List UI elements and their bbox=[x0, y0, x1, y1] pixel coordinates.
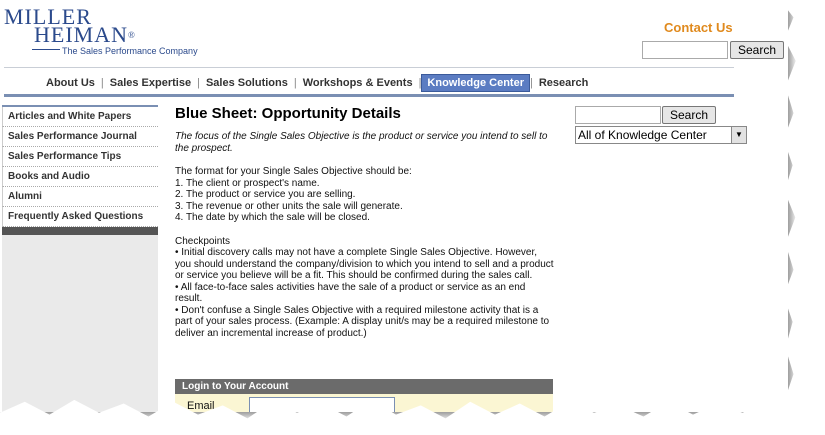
miller-heiman-logo[interactable]: MILLER HEIMAN® The Sales Performance Com… bbox=[4, 4, 204, 60]
sidebar-menu: Articles and White Papers Sales Performa… bbox=[2, 105, 158, 227]
browser-page: MILLER HEIMAN® The Sales Performance Com… bbox=[0, 0, 788, 412]
sidebar-footer-bar bbox=[2, 227, 158, 235]
sidebar: Articles and White Papers Sales Performa… bbox=[2, 105, 158, 412]
knowledge-search-button[interactable]: Search bbox=[662, 106, 716, 124]
checkpoints-section: Checkpoints • Initial discovery calls ma… bbox=[175, 236, 555, 340]
sidebar-item-articles[interactable]: Articles and White Papers bbox=[2, 107, 158, 127]
sidebar-item-journal[interactable]: Sales Performance Journal bbox=[2, 127, 158, 147]
main-nav: About Us | Sales Expertise | Sales Solutions… bbox=[40, 74, 594, 92]
search-scope-value: All of Knowledge Center bbox=[578, 128, 707, 142]
contact-us-link[interactable]: Contact Us bbox=[664, 20, 733, 35]
format-heading: The format for your Single Sales Objecti… bbox=[175, 166, 412, 177]
page-title: Blue Sheet: Opportunity Details bbox=[175, 105, 401, 122]
checkpoint-item: • All face-to-face sales activities have… bbox=[175, 281, 526, 305]
header-search-input[interactable] bbox=[642, 41, 728, 59]
search-scope-select[interactable]: All of Knowledge Center ▼ bbox=[575, 126, 747, 144]
format-item: 4. The date by which the sale will be cl… bbox=[175, 212, 370, 223]
sidebar-item-alumni[interactable]: Alumni bbox=[2, 187, 158, 207]
nav-sales-expertise[interactable]: Sales Expertise bbox=[104, 75, 197, 91]
sidebar-item-faq[interactable]: Frequently Asked Questions bbox=[2, 207, 158, 227]
sidebar-item-books[interactable]: Books and Audio bbox=[2, 167, 158, 187]
nav-knowledge-center[interactable]: Knowledge Center bbox=[421, 74, 530, 92]
intro-text: The focus of the Single Sales Objective … bbox=[175, 131, 548, 154]
knowledge-search-input[interactable] bbox=[575, 106, 661, 124]
chevron-down-icon[interactable]: ▼ bbox=[731, 127, 746, 143]
format-item: 3. The revenue or other units the sale w… bbox=[175, 200, 403, 212]
nav-workshops-events[interactable]: Workshops & Events bbox=[297, 75, 419, 91]
sidebar-item-tips[interactable]: Sales Performance Tips bbox=[2, 147, 158, 167]
format-section: The format for your Single Sales Objecti… bbox=[175, 166, 555, 224]
header-search-button[interactable]: Search bbox=[730, 41, 784, 59]
checkpoint-item: • Don't confuse a Single Sales Objective… bbox=[175, 304, 550, 339]
nav-sales-solutions[interactable]: Sales Solutions bbox=[200, 75, 294, 91]
format-item: 1. The client or prospect's name. bbox=[175, 177, 320, 189]
logo-line-2: HEIMAN® bbox=[34, 22, 136, 47]
checkpoints-heading: Checkpoints bbox=[175, 235, 231, 247]
nav-research[interactable]: Research bbox=[533, 75, 595, 91]
nav-about-us[interactable]: About Us bbox=[40, 75, 101, 91]
main-content: Blue Sheet: Opportunity Details The focu… bbox=[175, 105, 555, 339]
format-item: 2. The product or service you are sellin… bbox=[175, 189, 356, 200]
checkpoint-item: • Initial discovery calls may not have a… bbox=[175, 247, 554, 281]
logo-rule bbox=[32, 49, 60, 50]
nav-divider-top bbox=[4, 67, 734, 68]
logo-tagline: The Sales Performance Company bbox=[62, 46, 198, 56]
login-heading: Login to Your Account bbox=[175, 379, 553, 394]
nav-divider-bottom bbox=[4, 94, 734, 97]
